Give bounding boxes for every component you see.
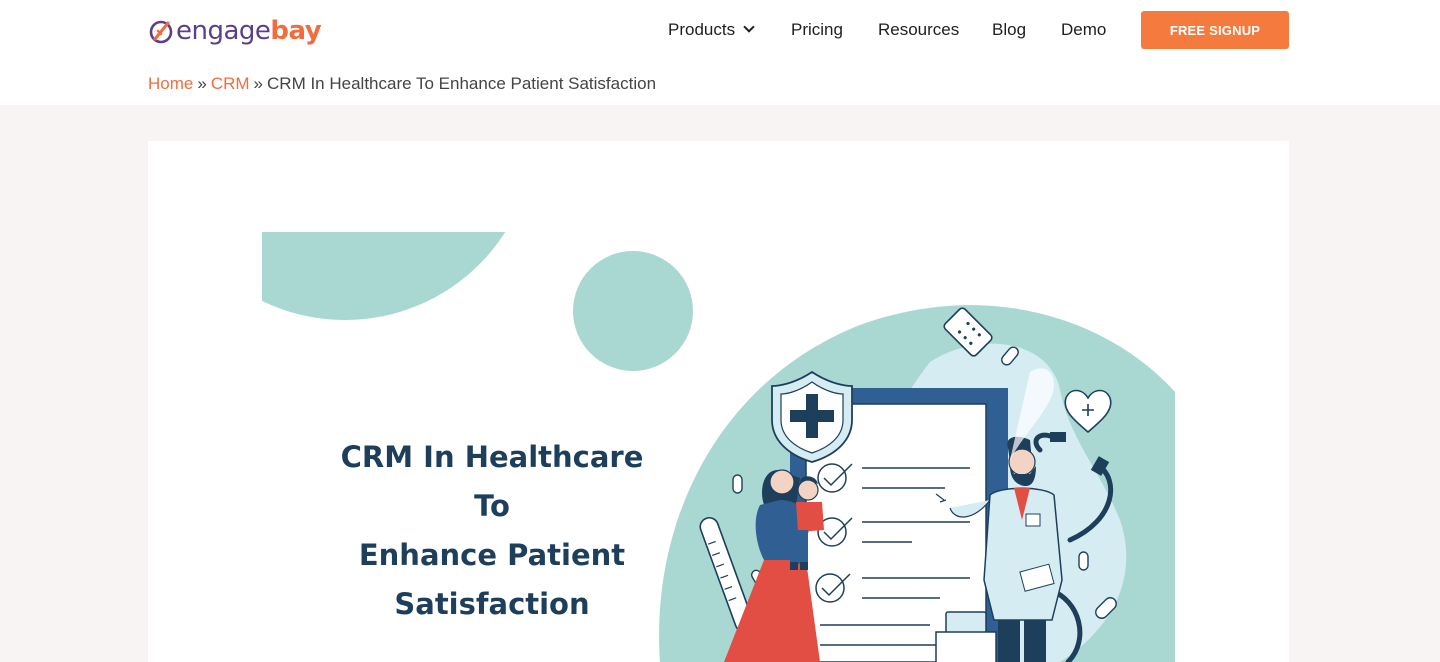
decor-circle — [573, 251, 693, 371]
decor-half-circle — [262, 232, 506, 320]
hero-title-line: Satisfaction — [394, 587, 590, 621]
hero-title-line: CRM In Healthcare — [340, 440, 644, 474]
hero-title-line: Enhance Patient — [358, 538, 626, 572]
stethoscope-earpiece — [1050, 432, 1066, 442]
hero-title-line: To — [474, 489, 510, 523]
hero-title: CRM In Healthcare To Enhance Patient Sat… — [148, 433, 836, 629]
